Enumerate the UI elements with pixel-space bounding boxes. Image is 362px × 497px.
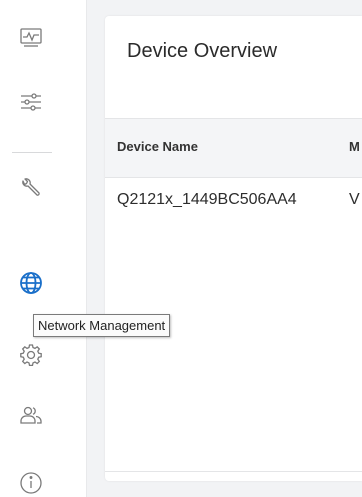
monitor-icon[interactable] <box>18 25 44 51</box>
sliders-icon[interactable] <box>18 89 44 115</box>
cell-device-name: Q2121x_1449BC506AA4 <box>117 191 297 208</box>
tooltip: Network Management <box>33 314 171 337</box>
gear-icon[interactable] <box>18 342 44 368</box>
column-header-model[interactable]: M <box>349 139 360 154</box>
column-header-device-name[interactable]: Device Name <box>117 139 198 154</box>
page-title: Device Overview <box>127 40 278 62</box>
users-icon[interactable] <box>18 402 44 428</box>
globe-icon[interactable] <box>18 270 44 296</box>
sidebar-divider <box>12 152 52 153</box>
table-header: Device Name M <box>105 118 362 178</box>
sidebar <box>0 0 87 497</box>
table-row[interactable]: Q2121x_1449BC506AA4 V <box>105 177 362 217</box>
cell-model: V <box>349 191 360 208</box>
wrench-icon[interactable] <box>18 176 44 202</box>
panel-divider <box>105 471 362 472</box>
device-overview-panel: Device Overview Device Name M Q2121x_144… <box>105 16 362 481</box>
info-icon[interactable] <box>18 470 44 496</box>
